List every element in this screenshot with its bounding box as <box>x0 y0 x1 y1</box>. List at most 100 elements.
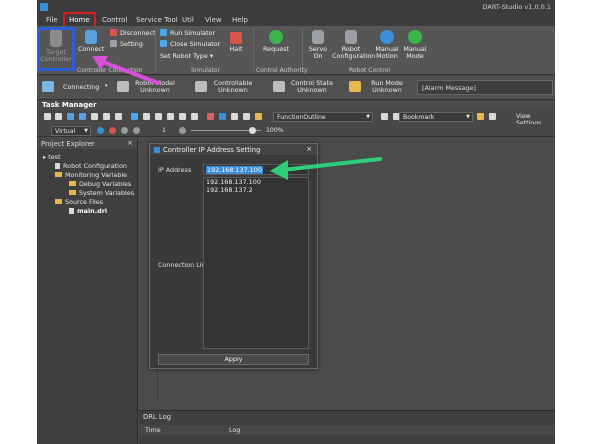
run-mode-status: Run Mode Unknown <box>365 80 409 94</box>
menu-control[interactable]: Control <box>102 16 127 24</box>
comment-icon[interactable] <box>231 113 238 120</box>
request-button[interactable]: Request <box>259 30 293 53</box>
print-icon[interactable] <box>91 113 98 120</box>
close-icon[interactable]: × <box>127 139 133 147</box>
undo-icon[interactable] <box>103 113 110 120</box>
robot-arm-icon <box>345 30 357 44</box>
tree-item-main-drl[interactable]: main.drl <box>69 207 107 215</box>
task-manager-title: Task Manager <box>42 101 97 109</box>
bookmark-icon[interactable] <box>477 113 484 120</box>
list-item[interactable]: 192.168.137.100 <box>204 178 308 186</box>
controllable-status: Controllable Unknown <box>211 80 255 94</box>
speed-value[interactable]: 1 <box>159 126 173 136</box>
open-file-icon[interactable] <box>55 113 62 120</box>
project-explorer-title: Project Explorer <box>41 140 95 148</box>
paste-icon[interactable] <box>155 113 162 120</box>
control-state-status: Control State Unknown <box>289 80 335 94</box>
connection-list-label: Connection List <box>158 261 208 269</box>
run-simulator-icon <box>160 29 167 36</box>
robot-model-icon <box>117 81 129 92</box>
close-simulator-button[interactable]: Close Simulator <box>160 40 220 48</box>
tree-item-debug-variables[interactable]: Debug Variables <box>69 180 131 188</box>
menu-file[interactable]: File <box>46 16 58 24</box>
halt-label: Halt <box>229 45 243 53</box>
halt-button[interactable]: Halt <box>223 32 249 53</box>
drl-log-title: DRL Log <box>143 413 172 421</box>
disconnect-button[interactable]: Disconnect <box>110 29 156 37</box>
run-mode-value: Unknown <box>372 86 402 94</box>
menu-help[interactable]: Help <box>232 16 248 24</box>
bookmark-clear-icon[interactable] <box>489 113 496 120</box>
chevron-down-icon[interactable]: ▾ <box>105 83 108 90</box>
dialog-title: Controller IP Address Setting <box>163 146 261 154</box>
view-settings-dropdown[interactable]: View Settings <box>513 112 553 127</box>
folder-icon <box>69 190 76 195</box>
step-icon[interactable] <box>133 127 140 134</box>
connect-button[interactable]: Connect <box>78 30 104 53</box>
control-state-value: Unknown <box>297 86 327 94</box>
bookmark-value: Bookmark <box>403 114 435 121</box>
tree-item-source-files[interactable]: Source Files <box>55 198 103 206</box>
servo-on-button[interactable]: Servo On <box>305 30 331 60</box>
robot-model-status: Robot Model Unknown <box>133 80 177 94</box>
manual-motion-button[interactable]: Manual Motion <box>373 30 401 60</box>
breakpoint-icon[interactable] <box>207 113 214 120</box>
menu-util[interactable]: Util <box>182 16 194 24</box>
servo-on-label: Servo On <box>308 45 328 60</box>
stop-icon[interactable] <box>109 127 116 134</box>
run-simulator-label: Run Simulator <box>170 29 216 37</box>
ribbon: Target Controller Connect Disconnect Set… <box>37 26 555 75</box>
apply-button[interactable]: Apply <box>158 354 309 365</box>
tree-item-system-variables[interactable]: System Variables <box>69 189 134 197</box>
bookmark-toggle-icon[interactable] <box>255 113 262 120</box>
pause-icon[interactable] <box>121 127 128 134</box>
tree-item-monitoring-variable[interactable]: Monitoring Variable <box>55 171 127 179</box>
ip-address-input[interactable]: 192.168.137.100 <box>203 164 309 175</box>
play-icon[interactable] <box>97 127 104 134</box>
tree-item-label: main.drl <box>77 207 108 215</box>
save-icon[interactable] <box>67 113 74 120</box>
cut-icon[interactable] <box>131 113 138 120</box>
disconnect-icon <box>110 29 117 36</box>
copy-icon[interactable] <box>143 113 150 120</box>
menu-view[interactable]: View <box>205 16 222 24</box>
indent-icon[interactable] <box>191 113 198 120</box>
menu-service-tool[interactable]: Service Tool <box>136 16 178 24</box>
chevron-down-icon: ▼ <box>466 114 470 120</box>
save-all-icon[interactable] <box>79 113 86 120</box>
tree-item-robot-configuration[interactable]: Robot Configuration <box>55 162 127 170</box>
gear-icon <box>110 40 117 47</box>
set-robot-type-dropdown[interactable]: Set Robot Type ▾ <box>160 52 213 60</box>
replace-icon[interactable] <box>179 113 186 120</box>
uncomment-icon[interactable] <box>243 113 250 120</box>
run-simulator-button[interactable]: Run Simulator <box>160 29 215 37</box>
dialog-title-bar: Controller IP Address Setting × <box>150 144 317 155</box>
redo-icon[interactable] <box>115 113 122 120</box>
tree-item-label: Debug Variables <box>79 180 132 188</box>
debug-icon[interactable] <box>219 113 226 120</box>
robot-configuration-button[interactable]: Robot Configuration <box>332 30 375 60</box>
request-label: Request <box>263 45 289 53</box>
connection-list[interactable]: 192.168.137.100 192.168.137.2 <box>203 177 309 349</box>
tree-item-label: test <box>48 153 61 161</box>
bookmark-dropdown[interactable]: Bookmark ▼ <box>399 112 473 122</box>
zoom-level: 100% <box>266 127 284 134</box>
new-file-icon[interactable] <box>44 113 51 120</box>
zoom-out-icon[interactable] <box>179 127 186 134</box>
run-mode-icon <box>349 81 361 92</box>
chevron-down-icon: ▼ <box>366 114 370 120</box>
outline-prev-icon[interactable] <box>381 113 388 120</box>
mode-dropdown[interactable]: Virtual ▼ <box>51 126 91 136</box>
zoom-in-icon[interactable] <box>249 127 256 134</box>
controllable-value: Unknown <box>218 86 248 94</box>
list-item[interactable]: 192.168.137.2 <box>204 186 308 194</box>
setting-button[interactable]: Setting <box>110 40 143 48</box>
find-icon[interactable] <box>167 113 174 120</box>
function-outline-dropdown[interactable]: FunctionOutline ▼ <box>273 112 373 122</box>
tree-item-root[interactable]: ▸ test <box>43 153 61 161</box>
manual-mode-button[interactable]: Manual Mode <box>402 30 428 60</box>
alarm-message-field: [Alarm Message] <box>417 80 553 95</box>
tree-item-label: Source Files <box>65 198 104 206</box>
close-icon[interactable]: × <box>306 145 312 153</box>
column-log: Log <box>229 426 241 434</box>
